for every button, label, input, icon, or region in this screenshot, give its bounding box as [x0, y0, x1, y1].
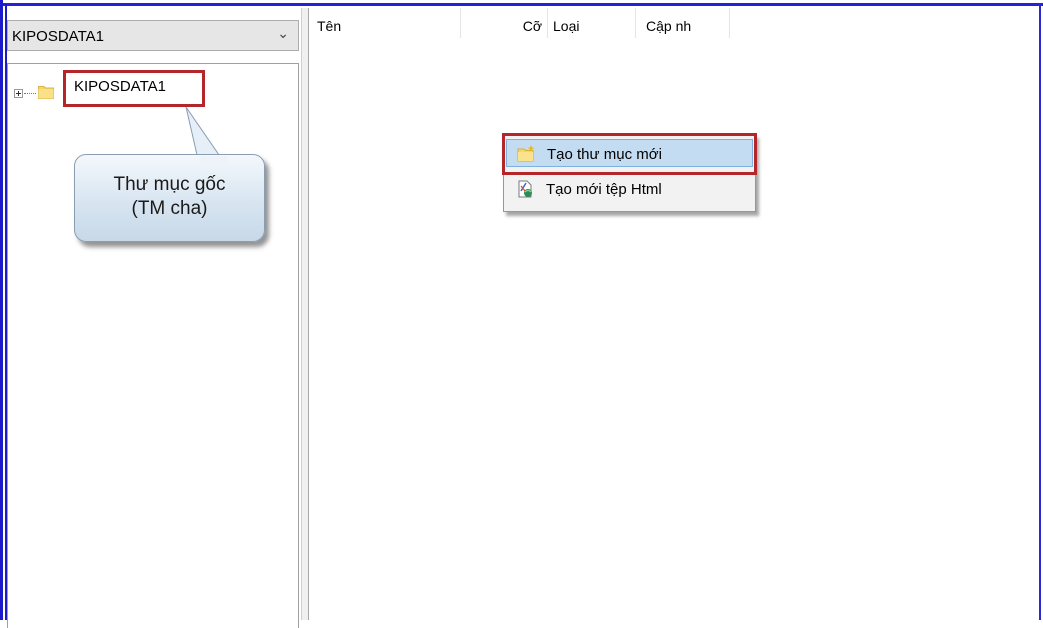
annotation-callout: Thư mục gốc (TM cha): [74, 154, 265, 242]
column-header-type-label: Loại: [553, 18, 580, 34]
expand-plus-icon[interactable]: [14, 89, 23, 98]
column-header-type[interactable]: Loại: [548, 8, 636, 38]
annotation-highlight-box: [502, 133, 757, 175]
column-header-name[interactable]: Tên: [309, 8, 461, 38]
tree-node-root-label: KIPOSDATA1: [74, 78, 166, 95]
window-border-top: [0, 3, 1043, 6]
app-window: KIPOSDATA1 ⌄ KIPOSDATA1 Thư mục gốc (TM …: [0, 0, 1043, 628]
column-header-updated-label: Cập nh: [646, 18, 692, 34]
file-list-pane: Tên Cỡ Loại Cập nh: [309, 8, 1037, 620]
callout-line1: Thư mục gốc: [113, 174, 226, 195]
column-header-size-label: Cỡ: [522, 18, 542, 34]
folder-tree: KIPOSDATA1: [7, 63, 299, 628]
column-header-updated[interactable]: Cập nh: [636, 8, 730, 38]
window-border-right: [1039, 4, 1041, 620]
menu-item-new-html-file[interactable]: Tạo mới tệp Html: [506, 175, 753, 203]
tree-node-root[interactable]: KIPOSDATA1: [63, 70, 205, 107]
chevron-down-icon[interactable]: ⌄: [277, 26, 289, 42]
new-html-file-icon: [518, 180, 532, 198]
column-header-size[interactable]: Cỡ: [461, 8, 548, 38]
root-folder-dropdown[interactable]: KIPOSDATA1 ⌄: [7, 20, 299, 51]
folder-icon: [38, 86, 54, 99]
menu-item-new-html-file-label: Tạo mới tệp Html: [546, 181, 662, 198]
root-folder-dropdown-value: KIPOSDATA1: [12, 28, 104, 45]
callout-line2: (TM cha): [131, 198, 208, 219]
pane-splitter[interactable]: [301, 8, 309, 620]
window-border-left: [0, 0, 3, 620]
column-header-name-label: Tên: [317, 18, 342, 34]
file-list-header: Tên Cỡ Loại Cập nh: [309, 8, 1037, 38]
folder-tree-pane: KIPOSDATA1 ⌄ KIPOSDATA1: [7, 8, 309, 628]
tree-connector-line: [24, 93, 36, 94]
